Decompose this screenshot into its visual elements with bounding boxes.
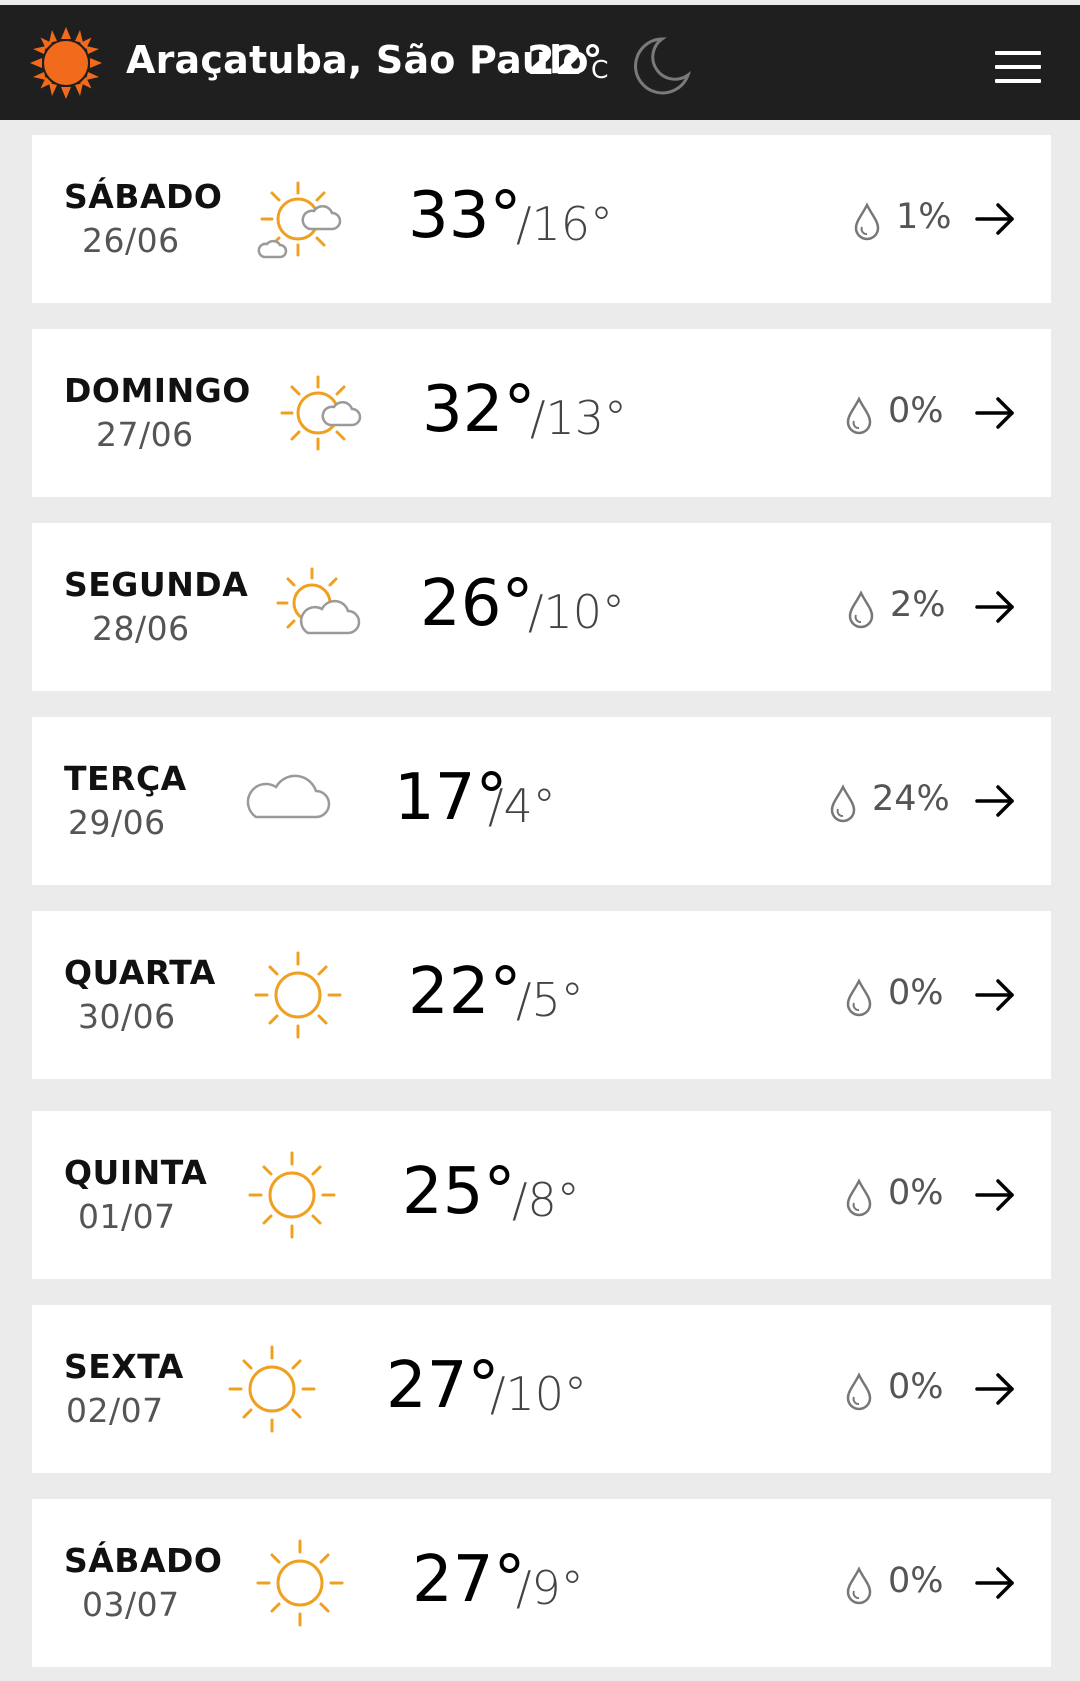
menu-button[interactable] xyxy=(995,47,1041,87)
location-title[interactable]: Araçatuba, São Paulo xyxy=(126,38,589,82)
raindrop-icon xyxy=(846,1566,872,1605)
temperature-unit[interactable]: C xyxy=(591,55,608,84)
day-date: 28/06 xyxy=(92,609,190,648)
raindrop-icon xyxy=(854,202,880,241)
forecast-row[interactable]: DOMINGO 27/06 32° /13° 0% xyxy=(32,329,1051,497)
min-temperature: /16° xyxy=(516,197,614,251)
day-name: TERÇA xyxy=(64,759,187,798)
forecast-row[interactable]: QUARTA 30/06 22° /5° 0% xyxy=(32,911,1051,1079)
min-temperature: /9° xyxy=(516,1561,584,1615)
min-temperature: /10° xyxy=(528,585,626,639)
day-date: 26/06 xyxy=(82,221,180,260)
raindrop-icon xyxy=(830,784,856,823)
raindrop-icon xyxy=(848,590,874,629)
day-name: SÁBADO xyxy=(64,177,223,216)
precipitation-chance: 0% xyxy=(888,391,944,431)
day-date: 01/07 xyxy=(78,1197,176,1236)
day-name: DOMINGO xyxy=(64,371,251,410)
day-date: 03/07 xyxy=(82,1585,180,1624)
forecast-row[interactable]: QUINTA 01/07 25° /8° 0% xyxy=(32,1111,1051,1279)
arrow-right-icon[interactable] xyxy=(974,1177,1016,1213)
top-bar: Araçatuba, São Paulo 22° C xyxy=(0,5,1080,120)
day-date: 29/06 xyxy=(68,803,166,842)
day-date: 30/06 xyxy=(78,997,176,1036)
partly-cloudy-icon xyxy=(257,181,342,259)
partly-cloudy-icon xyxy=(280,375,362,451)
arrow-right-icon[interactable] xyxy=(974,1565,1016,1601)
min-temperature: /8° xyxy=(512,1173,580,1227)
max-temperature: 32° xyxy=(422,373,536,447)
max-temperature: 26° xyxy=(420,567,534,641)
cloud-icon xyxy=(246,774,331,819)
arrow-right-icon[interactable] xyxy=(974,977,1016,1013)
precipitation-chance: 0% xyxy=(888,973,944,1013)
day-name: SÁBADO xyxy=(64,1541,223,1580)
partly-cloudy-icon xyxy=(276,567,361,635)
sun-icon xyxy=(228,1345,316,1433)
forecast-row[interactable]: SEXTA 02/07 27° /10° 0% xyxy=(32,1305,1051,1473)
arrow-right-icon[interactable] xyxy=(974,395,1016,431)
precipitation-chance: 1% xyxy=(896,197,952,237)
arrow-right-icon[interactable] xyxy=(974,783,1016,819)
min-temperature: /13° xyxy=(530,391,628,445)
day-name: SEGUNDA xyxy=(64,565,249,604)
day-name: SEXTA xyxy=(64,1347,184,1386)
sun-icon xyxy=(248,1151,336,1239)
arrow-right-icon[interactable] xyxy=(974,1371,1016,1407)
forecast-row[interactable]: TERÇA 29/06 17° /4° 24% xyxy=(32,717,1051,885)
max-temperature: 25° xyxy=(402,1155,516,1229)
menu-icon-line xyxy=(995,51,1041,55)
precipitation-chance: 24% xyxy=(872,779,950,819)
day-date: 27/06 xyxy=(96,415,194,454)
precipitation-chance: 0% xyxy=(888,1173,944,1213)
raindrop-icon xyxy=(846,1178,872,1217)
forecast-row[interactable]: SÁBADO 26/06 33° /16° 1% xyxy=(32,135,1051,303)
max-temperature: 27° xyxy=(412,1543,526,1617)
sun-icon xyxy=(254,951,342,1039)
raindrop-icon xyxy=(846,1372,872,1411)
sun-icon xyxy=(256,1539,344,1627)
raindrop-icon xyxy=(846,396,872,435)
menu-icon-line xyxy=(995,79,1041,83)
forecast-row[interactable]: SEGUNDA 28/06 26° /10° 2% xyxy=(32,523,1051,691)
day-date: 02/07 xyxy=(66,1391,164,1430)
min-temperature: /10° xyxy=(490,1367,588,1421)
sun-logo-icon xyxy=(30,27,102,99)
precipitation-chance: 0% xyxy=(888,1561,944,1601)
max-temperature: 22° xyxy=(408,955,522,1029)
min-temperature: /5° xyxy=(516,973,584,1027)
precipitation-chance: 2% xyxy=(890,585,946,625)
raindrop-icon xyxy=(846,978,872,1017)
day-name: QUARTA xyxy=(64,953,216,992)
min-temperature: /4° xyxy=(488,779,556,833)
moon-icon xyxy=(634,37,692,95)
max-temperature: 33° xyxy=(408,179,522,253)
menu-icon-line xyxy=(995,65,1041,69)
arrow-right-icon[interactable] xyxy=(974,589,1016,625)
forecast-row[interactable]: SÁBADO 03/07 27° /9° 0% xyxy=(32,1499,1051,1667)
precipitation-chance: 0% xyxy=(888,1367,944,1407)
day-name: QUINTA xyxy=(64,1153,208,1192)
max-temperature: 27° xyxy=(386,1349,500,1423)
arrow-right-icon[interactable] xyxy=(974,201,1016,237)
